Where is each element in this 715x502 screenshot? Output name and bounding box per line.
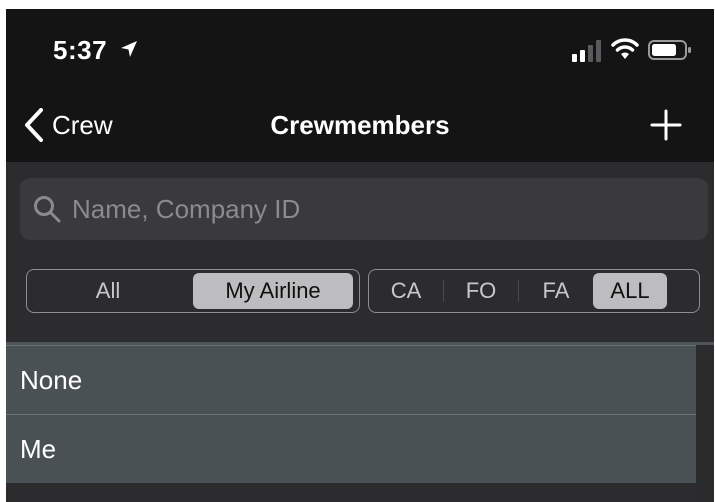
location-arrow-icon: [121, 41, 137, 57]
segment-ca[interactable]: CA: [369, 273, 443, 309]
crew-role-segmented-control: CA FO FA ALL: [368, 269, 700, 313]
segment-fa[interactable]: FA: [519, 273, 593, 309]
add-crewmember-button[interactable]: [646, 107, 686, 143]
status-time: 5:37: [53, 35, 108, 65]
app-screen: 5:37 Crew Crewmembers Name, Company ID A…: [6, 9, 714, 502]
list-item-none[interactable]: None: [6, 345, 696, 414]
scrollbar[interactable]: [696, 359, 714, 502]
segment-all-roles[interactable]: ALL: [593, 273, 667, 309]
search-area: All My Airline CA FO FA ALL: [6, 162, 714, 342]
list-item-me[interactable]: Me: [6, 414, 696, 483]
segment-all[interactable]: All: [27, 273, 189, 309]
cellular-signal-icon: [572, 40, 601, 62]
chevron-left-icon: [25, 108, 43, 142]
top-bar: 5:37 Crew Crewmembers: [6, 9, 714, 162]
back-label: Crew: [52, 109, 113, 140]
back-button[interactable]: Crew: [24, 105, 113, 145]
segment-fo[interactable]: FO: [444, 273, 518, 309]
airline-scope-segmented-control: All My Airline: [26, 269, 360, 313]
crewmember-list: None Me: [6, 345, 696, 502]
search-bar[interactable]: [20, 178, 708, 240]
battery-icon: [648, 40, 691, 60]
segment-my-airline[interactable]: My Airline: [193, 273, 353, 309]
search-icon: [34, 196, 61, 223]
plus-icon: [650, 109, 682, 141]
wifi-icon: [611, 38, 639, 59]
search-input[interactable]: [70, 192, 708, 226]
